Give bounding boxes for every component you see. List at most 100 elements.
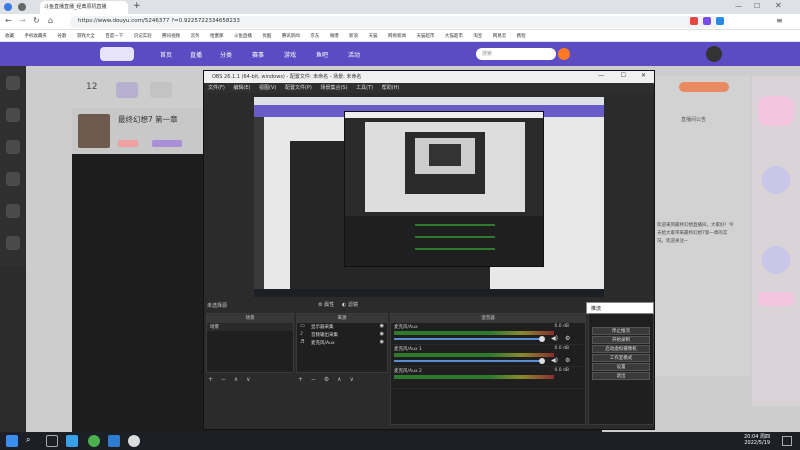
sidebar-icon-match[interactable] (6, 204, 20, 218)
volume-slider[interactable] (394, 338, 544, 340)
app-taskbar-icon[interactable] (108, 435, 120, 447)
task-view-icon[interactable] (46, 435, 58, 447)
nav-item-match[interactable]: 赛事 (252, 50, 264, 59)
promo-sticker[interactable] (762, 166, 790, 194)
bookmark-item[interactable]: 优酷 (262, 30, 271, 39)
bookmark-item[interactable]: 百度一下 (105, 30, 123, 39)
bookmark-item[interactable]: 天猫 (369, 30, 378, 39)
obs-menu-file[interactable]: 文件(F) (208, 85, 225, 91)
obs-properties-button[interactable]: ⚙ 属性 (318, 301, 334, 308)
obs-menu-tools[interactable]: 工具(T) (356, 85, 373, 91)
eye-icon[interactable]: ◉ (380, 339, 384, 345)
nav-item-category[interactable]: 分类 (220, 50, 232, 59)
scene-item[interactable]: 场景 (207, 323, 293, 331)
browser-taskbar-icon[interactable] (88, 435, 100, 447)
bookmark-item[interactable]: 哈塞那 (210, 30, 224, 39)
obs-preview[interactable] (254, 97, 604, 297)
notification-icon[interactable] (782, 436, 792, 446)
volume-knob[interactable] (539, 358, 545, 364)
speaker-icon[interactable]: ◀) (551, 335, 558, 342)
eye-icon[interactable]: ◉ (380, 331, 384, 337)
stop-streaming-button[interactable]: 停止推流 (592, 327, 650, 335)
nav-item-activity[interactable]: 活动 (348, 50, 360, 59)
bookmark-item[interactable]: 腾讯新闻 (282, 30, 300, 39)
sidebar-icon-follow[interactable] (6, 76, 20, 90)
windows-start-icon[interactable] (6, 435, 18, 447)
search-icon[interactable] (558, 48, 570, 60)
obs-menu-help[interactable]: 帮助(H) (382, 85, 400, 91)
bookmark-item[interactable]: 游戏大全 (77, 30, 95, 39)
back-icon[interactable]: ← (5, 16, 12, 25)
sidebar-icon-video[interactable] (6, 140, 20, 154)
source-item[interactable]: ♪ 音频输出采集 ◉ (297, 331, 387, 339)
bookmark-item[interactable]: 腾讯视频 (162, 30, 180, 39)
bookmark-item[interactable]: 微博 (330, 30, 339, 39)
gear-icon[interactable]: ⚙ (565, 335, 570, 342)
obs-close-icon[interactable]: ✕ (641, 72, 646, 79)
volume-knob[interactable] (539, 336, 545, 342)
sidebar-icon-history[interactable] (6, 108, 20, 122)
scene-toolbar[interactable]: + − ∧ ∨ (208, 376, 254, 383)
bookmark-item[interactable]: 天猫超市 (416, 30, 434, 39)
virtual-camera-button[interactable]: 启动虚拟摄像机 (592, 345, 650, 353)
bookmark-item[interactable]: 大猫超市 (445, 30, 463, 39)
streamer-avatar[interactable] (78, 114, 110, 148)
avatar[interactable] (706, 46, 722, 62)
gear-icon[interactable]: ⚙ (565, 357, 570, 364)
bookmark-item[interactable]: 淘宝 (473, 30, 482, 39)
bookmark-item[interactable]: 谷歌 (57, 30, 66, 39)
douyu-search-input[interactable]: 搜索 (476, 48, 556, 60)
room-stat-icon[interactable] (116, 82, 138, 98)
obs-menu-scenes[interactable]: 场景集合(S) (320, 85, 347, 91)
bookmark-item[interactable]: 网易云 (493, 30, 507, 39)
bookmark-item[interactable]: 云务 (191, 30, 200, 39)
obs-taskbar-icon[interactable] (128, 435, 140, 447)
obs-maximize-icon[interactable]: ☐ (621, 72, 626, 79)
source-item[interactable]: ▭ 显示器采集 ◉ (297, 323, 387, 331)
extension-icon[interactable] (716, 17, 724, 25)
extension-icon[interactable] (703, 17, 711, 25)
speaker-icon[interactable]: ◀) (551, 357, 558, 364)
obs-menu-edit[interactable]: 编辑(E) (233, 85, 250, 91)
settings-button[interactable]: 设置 (592, 363, 650, 371)
promo-sticker[interactable] (758, 96, 794, 126)
address-bar[interactable]: https://www.douyu.com/5246377 ?=0.922572… (70, 16, 720, 28)
bookmark-item[interactable]: 新浪 (349, 30, 358, 39)
bookmark-item[interactable]: 识记实验 (134, 30, 152, 39)
eye-icon[interactable]: ◉ (380, 323, 384, 329)
nav-item-live[interactable]: 直播 (190, 50, 202, 59)
obs-minimize-icon[interactable]: — (598, 72, 604, 79)
reload-icon[interactable]: ↻ (33, 16, 40, 25)
taskbar-clock[interactable]: 20:04 周四 2022/5/19 (744, 434, 770, 446)
nav-item-game[interactable]: 游戏 (284, 50, 296, 59)
obs-menu-profile[interactable]: 配置文件(P) (285, 85, 312, 91)
home-icon[interactable]: ⌂ (48, 16, 53, 25)
source-toolbar[interactable]: + − ⚙ ∧ ∨ (298, 376, 357, 383)
sidebar-icon-more[interactable] (6, 236, 20, 250)
nav-item-home[interactable]: 首页 (160, 50, 172, 59)
obs-menu-view[interactable]: 视图(V) (259, 85, 276, 91)
window-maximize-icon[interactable]: ☐ (754, 2, 760, 10)
bookmark-item[interactable]: 收藏 (5, 30, 14, 39)
search-icon[interactable]: ⌕ (26, 435, 38, 447)
forward-icon[interactable]: → (19, 16, 26, 25)
window-minimize-icon[interactable]: — (735, 2, 742, 10)
bookmark-item[interactable]: 手机收藏夹 (24, 30, 47, 39)
promo-sticker[interactable] (758, 292, 794, 306)
extension-icon[interactable] (690, 17, 698, 25)
obs-filters-button[interactable]: ◐ 滤镜 (342, 301, 358, 308)
bookmark-item[interactable]: 携程 (517, 30, 526, 39)
promo-sticker[interactable] (762, 246, 790, 274)
bookmark-item[interactable]: 斗鱼直播 (234, 30, 252, 39)
source-item[interactable]: ♬ 麦克风/Aux ◉ (297, 339, 387, 347)
follow-button[interactable] (679, 82, 729, 92)
room-stat-icon[interactable] (150, 82, 172, 98)
studio-mode-button[interactable]: 工作室模式 (592, 354, 650, 362)
window-close-icon[interactable]: ✕ (775, 1, 782, 10)
edge-icon[interactable] (66, 435, 78, 447)
sidebar-icon-yuba[interactable] (6, 172, 20, 186)
menu-icon[interactable]: ≡ (776, 16, 783, 25)
new-tab-icon[interactable]: + (133, 1, 141, 11)
exit-button[interactable]: 退出 (592, 372, 650, 380)
volume-slider[interactable] (394, 360, 544, 362)
